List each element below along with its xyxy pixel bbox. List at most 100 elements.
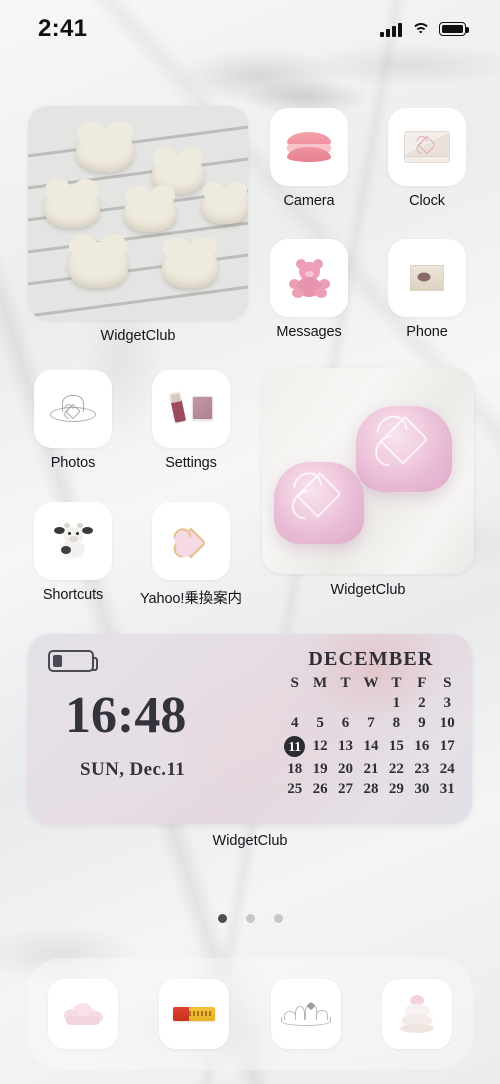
- dock-app-1[interactable]: [47, 979, 118, 1049]
- widget-clock-calendar[interactable]: 16:48 SUN, Dec.11 DECEMBER S M T W T F S: [28, 634, 472, 849]
- calendar-week: 4 5 6 7 8 9 10: [282, 713, 460, 733]
- app-photos[interactable]: Photos: [34, 370, 112, 471]
- calendar-day: 14: [363, 737, 379, 754]
- page-dot-2[interactable]: [245, 914, 255, 923]
- calendar-day: 26: [312, 780, 328, 797]
- app-label: Shortcuts: [42, 587, 104, 603]
- calendar-day: 23: [414, 760, 430, 777]
- calendar-weekday: M: [313, 675, 328, 691]
- calendar-day: 29: [388, 780, 404, 797]
- cotton-candy-cloud-icon: [63, 1003, 103, 1025]
- calendar-day: 17: [439, 737, 455, 754]
- calendar-day: 12: [312, 737, 328, 754]
- calendar-weekday: S: [290, 675, 299, 691]
- calendar-day: 27: [338, 780, 354, 797]
- macaron-icon: [287, 132, 331, 162]
- calendar-weekday: F: [417, 675, 427, 691]
- wifi-icon: [411, 22, 430, 37]
- widget-clock-time: 16:48: [65, 687, 187, 744]
- page-indicator[interactable]: [0, 914, 500, 923]
- app-settings[interactable]: Settings: [152, 370, 230, 471]
- heart-cookie-icon: [171, 523, 211, 559]
- calendar-weekday: S: [443, 675, 452, 691]
- cow-plush-icon: [52, 522, 94, 560]
- tiara-icon: [280, 1001, 331, 1027]
- calendar-day: 10: [439, 715, 455, 732]
- photos-app-icon: [34, 370, 112, 448]
- calendar-day: [307, 693, 332, 713]
- status-bar: 2:41: [0, 0, 500, 58]
- app-label: Photos: [50, 455, 96, 471]
- app-label: Yahoo!乗換案内: [140, 591, 242, 607]
- widget-label: WidgetClub: [330, 582, 406, 598]
- clock-app-icon: [388, 108, 466, 186]
- page-dot-3[interactable]: [273, 914, 283, 923]
- calendar-week: 1 2 3: [282, 693, 460, 713]
- calendar-day: 4: [290, 715, 299, 732]
- dock-app-4[interactable]: [382, 979, 453, 1049]
- calendar-day: 21: [363, 760, 379, 777]
- calendar-day: 6: [341, 715, 350, 732]
- widget-photo-cookies[interactable]: WidgetClub: [28, 106, 248, 344]
- app-phone[interactable]: Phone: [388, 239, 466, 340]
- calendar-day-today: 11: [282, 734, 307, 759]
- calendar-day: 8: [392, 715, 401, 732]
- yahoo-transit-app-icon: [152, 502, 230, 580]
- widget-photo-airpods[interactable]: WidgetClub: [262, 368, 474, 598]
- widget-label: WidgetClub: [212, 833, 288, 849]
- dock-app-3[interactable]: [270, 979, 341, 1049]
- calendar-day: [358, 693, 383, 713]
- calendar-day: 2: [418, 695, 426, 712]
- calendar-day: [282, 693, 307, 713]
- battery-full-icon: [439, 22, 469, 36]
- cellular-bars-icon: [380, 22, 402, 37]
- calendar-day: 13: [338, 737, 354, 754]
- cookies-photo: [28, 106, 248, 320]
- settings-app-icon: [152, 370, 230, 448]
- gum-package-icon: [173, 1007, 216, 1021]
- calendar: DECEMBER S M T W T F S 1 2 3 4 5 6 7 8 9…: [282, 648, 460, 799]
- calendar-day: 25: [287, 780, 303, 797]
- shortcuts-app-icon: [34, 502, 112, 580]
- calendar-week: 25 26 27 28 29 30 31: [282, 779, 460, 799]
- calendar-week: 11 12 13 14 15 16 17: [282, 734, 460, 759]
- calendar-day: 3: [443, 695, 452, 712]
- calendar-weekday: W: [363, 675, 379, 691]
- app-label: Clock: [409, 193, 445, 209]
- calendar-day: 7: [367, 715, 375, 732]
- airpods-photo: [262, 368, 474, 574]
- app-yahoo-transit[interactable]: Yahoo!乗換案内: [131, 502, 251, 608]
- calendar-day: 31: [439, 780, 455, 797]
- heart-hat-outline-icon: [50, 394, 96, 424]
- calendar-day: 28: [363, 780, 379, 797]
- calendar-weekday: T: [340, 675, 351, 691]
- calendar-grid: S M T W T F S 1 2 3 4 5 6 7 8 9 10 11 12…: [282, 673, 460, 799]
- calendar-month: DECEMBER: [308, 648, 434, 670]
- app-label: Settings: [165, 455, 217, 471]
- calendar-day: 30: [414, 780, 430, 797]
- calendar-day: 20: [338, 760, 354, 777]
- camera-app-icon: [270, 108, 348, 186]
- calendar-day: 16: [414, 737, 430, 754]
- app-clock[interactable]: Clock: [388, 108, 466, 209]
- widget-clock-date: SUN, Dec.11: [80, 759, 186, 780]
- app-label: Phone: [406, 324, 448, 340]
- stacked-macarons-icon: [400, 995, 435, 1033]
- photo-thumbnail-icon: [410, 265, 444, 291]
- calendar-day: 1: [392, 695, 401, 712]
- calendar-day: 19: [312, 760, 328, 777]
- battery-low-icon: [48, 650, 98, 672]
- calendar-weekday-row: S M T W T F S: [282, 673, 460, 693]
- app-label: Camera: [283, 193, 335, 209]
- dock-app-2[interactable]: [159, 979, 230, 1049]
- app-label: Messages: [276, 324, 342, 340]
- calendar-day: [333, 693, 358, 713]
- status-bar-time: 2:41: [38, 15, 88, 42]
- app-camera[interactable]: Camera: [270, 108, 348, 209]
- phone-app-icon: [388, 239, 466, 317]
- messages-app-icon: [270, 239, 348, 317]
- app-shortcuts[interactable]: Shortcuts: [34, 502, 112, 603]
- page-dot-1[interactable]: [217, 914, 227, 923]
- app-messages[interactable]: Messages: [270, 239, 348, 340]
- calendar-day: 9: [418, 715, 426, 732]
